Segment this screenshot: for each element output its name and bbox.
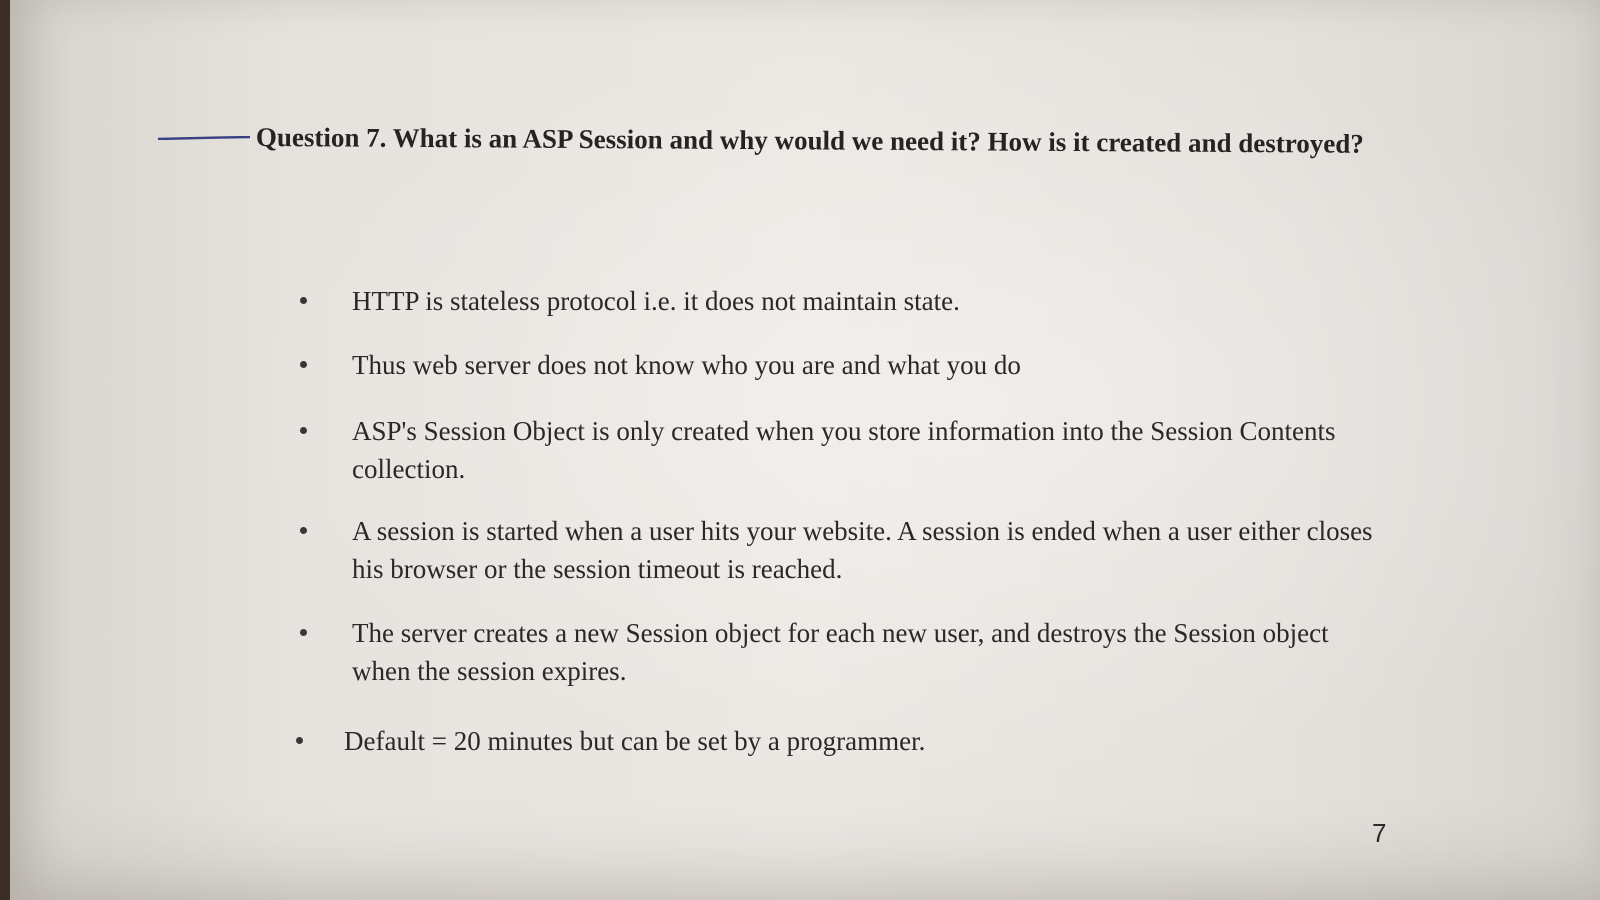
- bullet-dot-icon: [300, 527, 307, 534]
- bullet-text: HTTP is stateless protocol i.e. it does …: [352, 286, 960, 316]
- bullet-dot-icon: [300, 629, 307, 636]
- bullet-dot-icon: [296, 737, 303, 744]
- bullet-text: A session is started when a user hits yo…: [352, 516, 1373, 584]
- printed-page: Question 7. What is an ASP Session and w…: [10, 0, 1600, 900]
- bullet-dot-icon: [300, 427, 307, 434]
- bullet-text: Default = 20 minutes but can be set by a…: [344, 726, 926, 756]
- page-number: 7: [1372, 818, 1387, 848]
- bullet-text: ASP's Session Object is only created whe…: [352, 416, 1336, 484]
- bullet-dot-icon: [300, 297, 307, 304]
- bullet-text: Thus web server does not know who you ar…: [352, 350, 1021, 380]
- bullet-dot-icon: [300, 361, 307, 368]
- question-heading: Question 7. What is an ASP Session and w…: [255, 121, 1364, 159]
- pen-mark-icon: [158, 136, 250, 140]
- bullet-text: The server creates a new Session object …: [352, 618, 1329, 686]
